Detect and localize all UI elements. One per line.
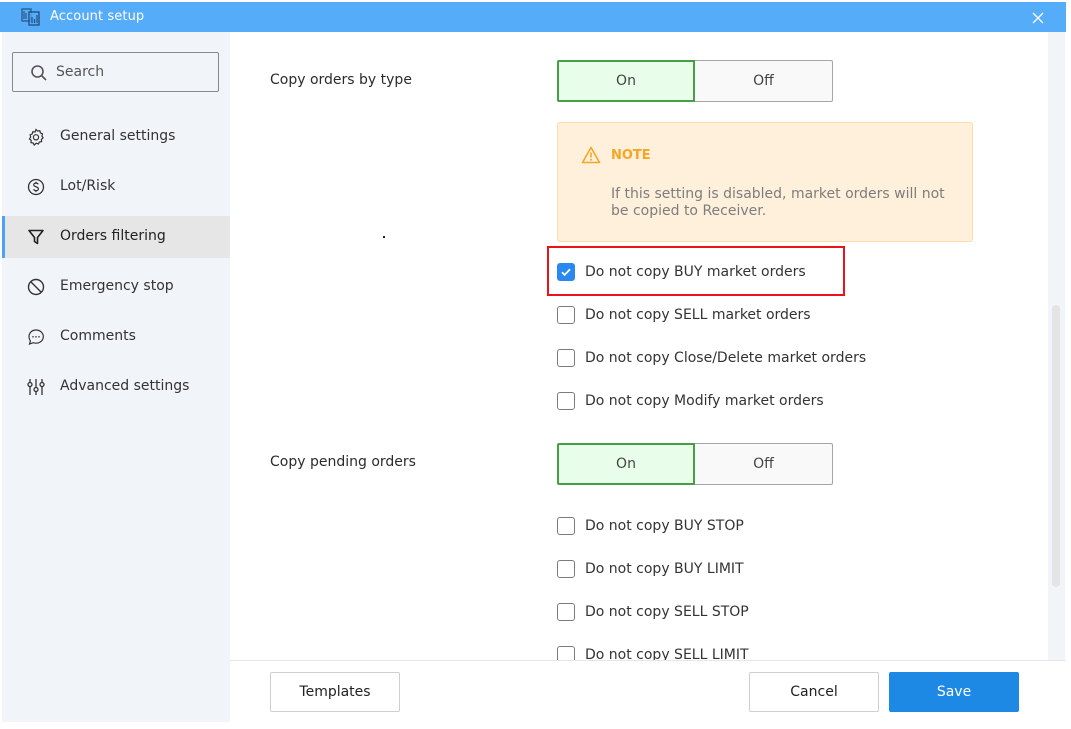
checkbox-label: Do not copy BUY market orders: [585, 264, 806, 280]
templates-button[interactable]: Templates: [270, 672, 400, 712]
account-setup-window: Account setup Search General settings Lo…: [0, 0, 1068, 722]
checkbox-box[interactable]: [557, 517, 575, 535]
warning-icon: [581, 146, 601, 164]
filter-icon: [28, 229, 44, 245]
sidebar-item-orders-filtering[interactable]: Orders filtering: [2, 216, 230, 258]
footer-bar: Templates Cancel Save: [230, 660, 1066, 722]
checkbox-no-close-delete-market[interactable]: Do not copy Close/Delete market orders: [557, 347, 866, 369]
title-bar: Account setup: [0, 2, 1066, 32]
search-placeholder: Search: [56, 64, 105, 80]
checkmark-icon: [561, 268, 571, 277]
sidebar-item-general-settings[interactable]: General settings: [2, 116, 230, 158]
checkbox-no-sell-market[interactable]: Do not copy SELL market orders: [557, 304, 811, 326]
sidebar-item-comments[interactable]: Comments: [2, 316, 230, 358]
checkbox-box[interactable]: [557, 349, 575, 367]
stray-dot: [383, 236, 385, 238]
note-text: If this setting is disabled, market orde…: [611, 186, 945, 219]
copy-pending-orders-toggle: On Off: [557, 443, 833, 485]
checkbox-label: Do not copy BUY STOP: [585, 518, 744, 534]
checkbox-no-buy-stop[interactable]: Do not copy BUY STOP: [557, 515, 744, 537]
checkbox-box[interactable]: [557, 306, 575, 324]
checkbox-no-sell-limit[interactable]: Do not copy SELL LIMIT: [557, 644, 749, 660]
window-title: Account setup: [50, 9, 145, 24]
sidebar-item-label: General settings: [60, 128, 176, 144]
sidebar-nav: General settings Lot/Risk Orders filteri…: [2, 116, 230, 416]
checkbox-label: Do not copy SELL market orders: [585, 307, 811, 323]
chat-bubble-icon: [28, 329, 44, 345]
sidebar-item-label: Lot/Risk: [60, 178, 116, 194]
checkbox-label: Do not copy Modify market orders: [585, 393, 824, 409]
sidebar-item-label: Orders filtering: [60, 228, 166, 244]
settings-content: Copy orders by type On Off NOTE If this …: [230, 32, 1048, 660]
copy-documents-icon: [21, 8, 40, 26]
checkbox-box[interactable]: [557, 646, 575, 660]
copy-pending-orders-label: Copy pending orders: [270, 454, 416, 470]
note-title: NOTE: [611, 148, 651, 163]
dollar-circle-icon: [27, 178, 45, 196]
checkbox-box[interactable]: [557, 603, 575, 621]
gear-icon: [28, 128, 44, 146]
checkbox-label: Do not copy SELL LIMIT: [585, 647, 749, 660]
checkbox-label: Do not copy SELL STOP: [585, 604, 749, 620]
copy-orders-by-type-off-button[interactable]: Off: [695, 60, 833, 102]
sliders-icon: [27, 379, 45, 395]
sidebar-item-advanced-settings[interactable]: Advanced settings: [2, 366, 230, 408]
close-icon[interactable]: [1030, 10, 1046, 26]
cancel-button[interactable]: Cancel: [749, 672, 879, 712]
checkbox-box[interactable]: [557, 392, 575, 410]
checkbox-box[interactable]: [557, 263, 575, 281]
sidebar-item-label: Emergency stop: [60, 278, 174, 294]
copy-pending-on-button[interactable]: On: [557, 443, 695, 485]
sidebar-item-lot-risk[interactable]: Lot/Risk: [2, 166, 230, 208]
sidebar-item-label: Comments: [60, 328, 136, 344]
checkbox-label: Do not copy Close/Delete market orders: [585, 350, 867, 366]
copy-orders-by-type-toggle: On Off: [557, 60, 833, 102]
checkbox-no-buy-limit[interactable]: Do not copy BUY LIMIT: [557, 558, 744, 580]
checkbox-no-modify-market[interactable]: Do not copy Modify market orders: [557, 390, 824, 412]
checkbox-no-buy-market[interactable]: Do not copy BUY market orders: [557, 261, 806, 283]
checkbox-box[interactable]: [557, 560, 575, 578]
copy-orders-by-type-on-button[interactable]: On: [557, 60, 695, 102]
checkbox-no-sell-stop[interactable]: Do not copy SELL STOP: [557, 601, 749, 623]
note-box: NOTE If this setting is disabled, market…: [557, 122, 973, 242]
search-icon: [31, 65, 47, 81]
search-input[interactable]: Search: [12, 52, 219, 92]
copy-pending-off-button[interactable]: Off: [695, 443, 833, 485]
sidebar: Search General settings Lot/Risk Orders …: [2, 32, 230, 722]
sidebar-item-emergency-stop[interactable]: Emergency stop: [2, 266, 230, 308]
save-button[interactable]: Save: [889, 672, 1019, 712]
copy-orders-by-type-label: Copy orders by type: [270, 72, 412, 88]
sidebar-item-label: Advanced settings: [60, 378, 190, 394]
checkbox-label: Do not copy BUY LIMIT: [585, 561, 744, 577]
prohibited-icon: [27, 278, 45, 296]
scrollbar-thumb[interactable]: [1052, 305, 1060, 587]
